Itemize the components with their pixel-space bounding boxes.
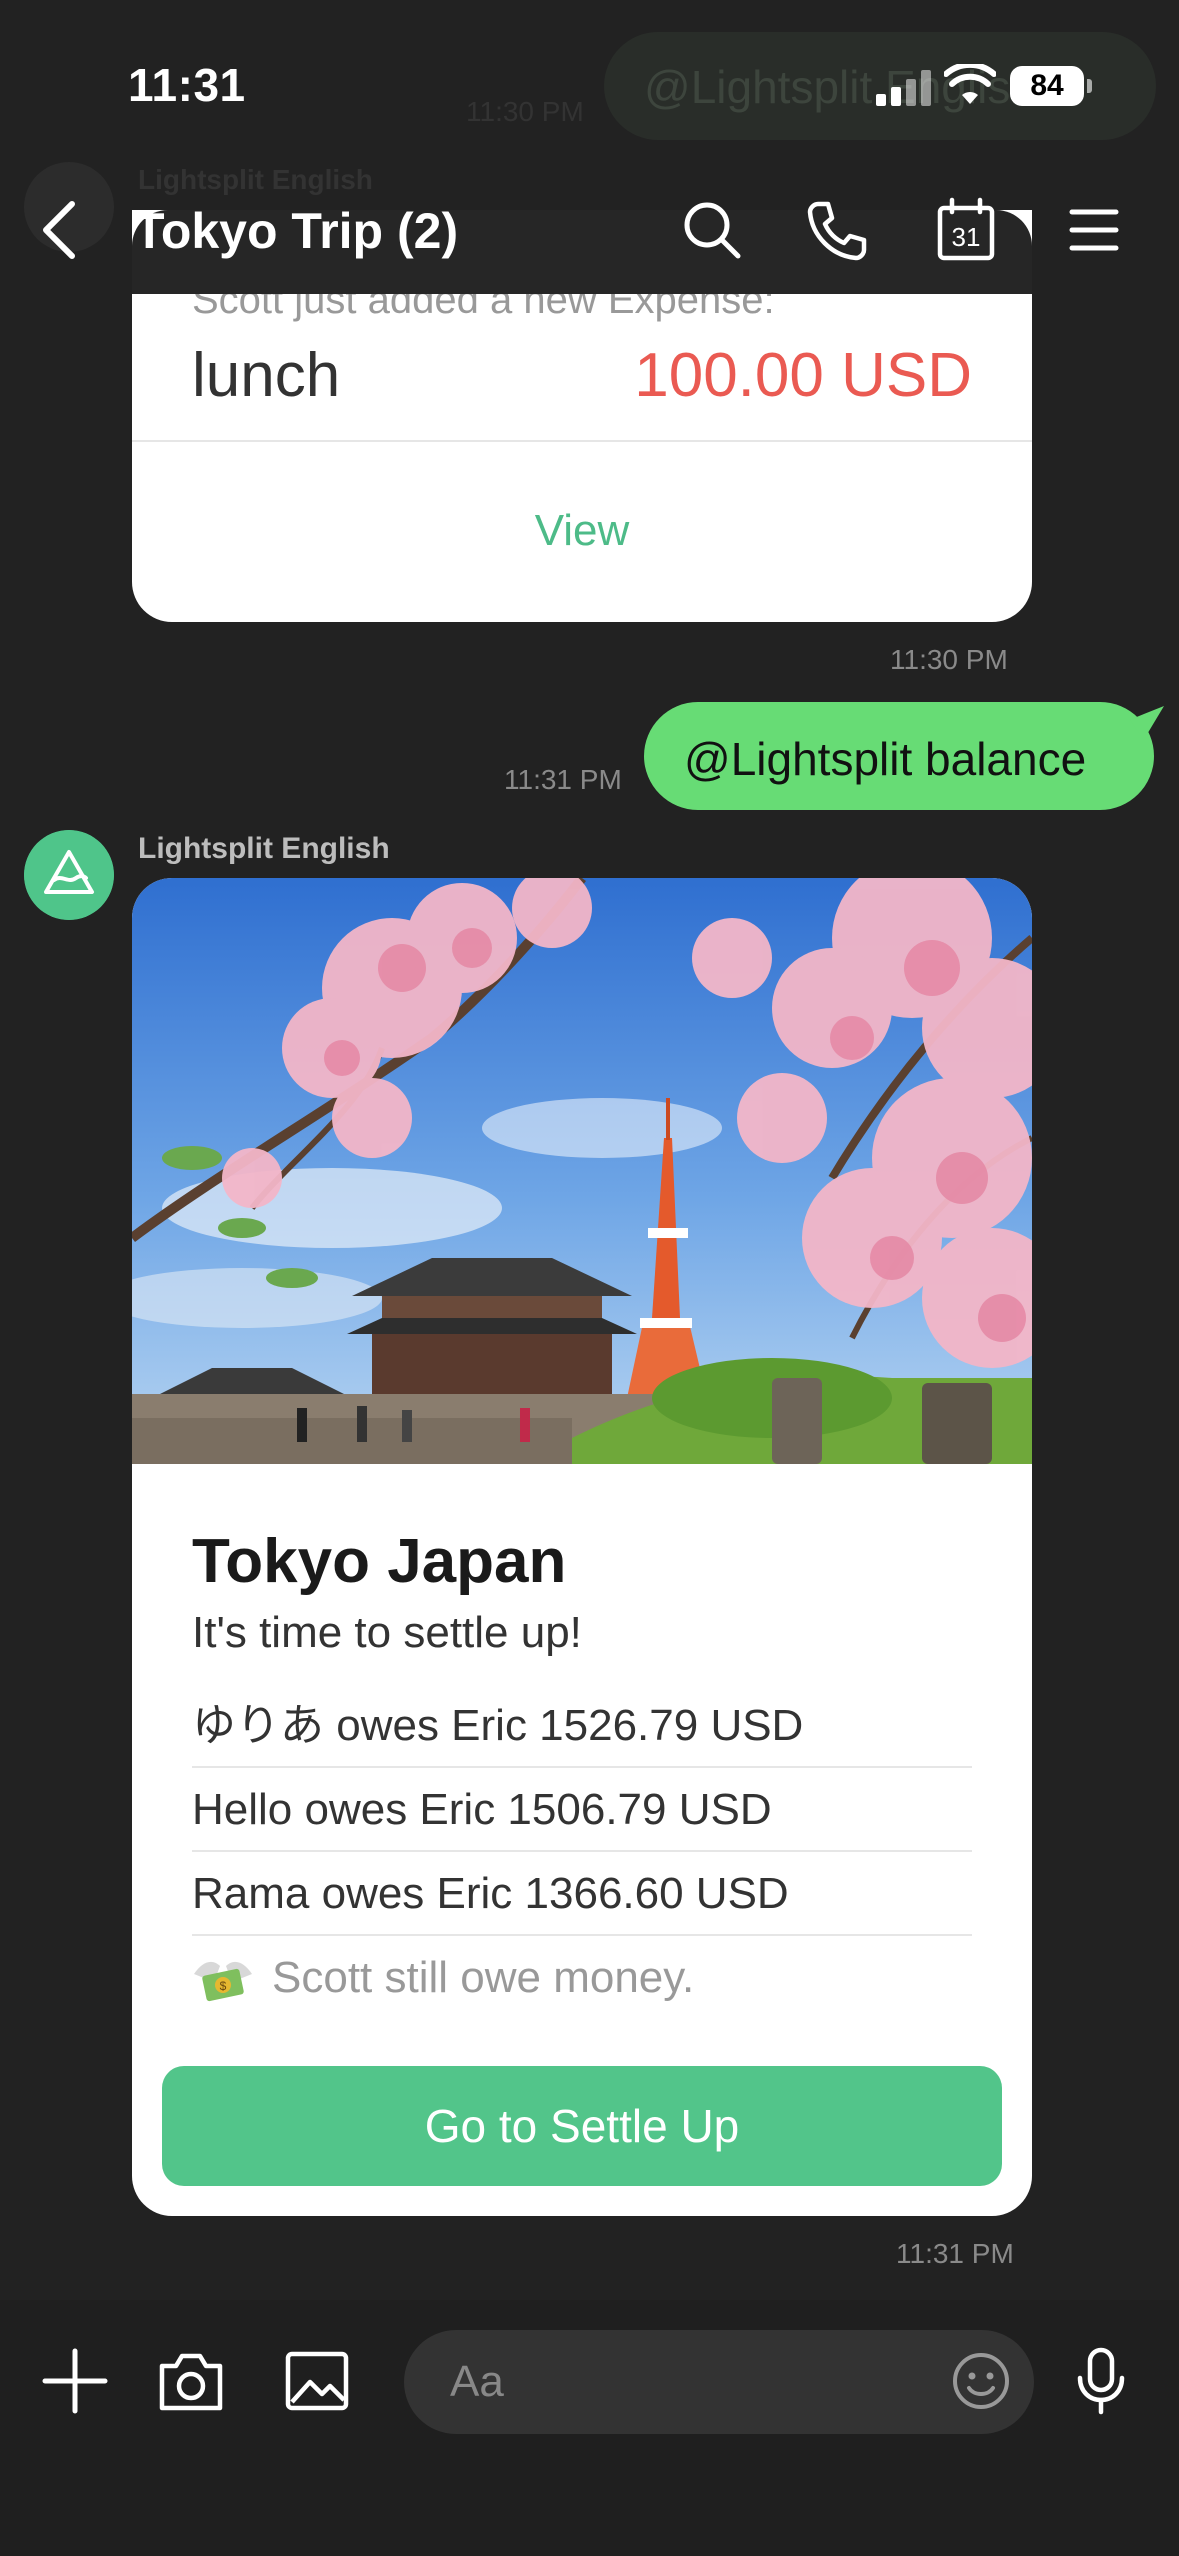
gallery-icon[interactable] [282,2346,352,2416]
svg-text:$: $ [220,1979,227,1993]
unpaid-note-text: Scott still owe money. [272,1953,695,2002]
emoji-icon[interactable] [946,2346,1016,2416]
back-icon[interactable] [36,198,86,262]
balance-card: Tokyo Japan It's time to settle up! ゆりあ … [132,878,1032,2216]
calendar-icon[interactable]: 31 [930,194,1002,266]
expense-amount: 100.00 USD [634,341,972,410]
camera-icon[interactable] [156,2346,226,2416]
microphone-icon[interactable] [1066,2346,1136,2416]
owe-row: Hello owes Eric 1506.79 USD [192,1768,972,1852]
settle-up-button[interactable]: Go to Settle Up [162,2066,1002,2186]
outgoing-message-text: @Lightsplit balance [684,733,1087,785]
signal-icon [876,70,932,106]
svg-text:31: 31 [952,222,981,252]
search-icon[interactable] [676,194,748,266]
message-time: 11:30 PM [890,644,1008,675]
message-time: 11:31 PM [504,764,622,795]
plus-icon[interactable] [40,2346,110,2416]
owe-row: Rama owes Eric 1366.60 USD [192,1852,972,1936]
battery-indicator: 84 [1010,66,1092,106]
money-with-wings-icon: $ [194,1962,252,2002]
menu-icon[interactable] [1058,194,1130,266]
status-time: 11:31 [128,59,246,111]
owe-row: ゆりあ owes Eric 1526.79 USD [192,1684,972,1768]
outgoing-message-bubble[interactable]: @Lightsplit balance [644,702,1154,810]
expense-name: lunch [192,341,341,410]
message-input[interactable] [404,2330,1034,2434]
card-title: Tokyo Japan [192,1527,567,1596]
view-button[interactable]: View [132,506,1032,556]
divider [132,440,1032,442]
phone-icon[interactable] [800,194,872,266]
card-subtitle: It's time to settle up! [192,1608,582,1657]
status-bar: 11:31 84 [0,0,1179,170]
sender-name: Lightsplit English [138,832,390,865]
wifi-icon [944,64,996,104]
message-input-bar [0,2300,1179,2556]
lightsplit-logo-icon[interactable] [24,830,114,920]
chat-header: Tokyo Trip (2) 31 [0,180,1179,280]
chat-title: Tokyo Trip (2) [134,203,459,259]
tokyo-photo [132,878,1032,1464]
message-time: 11:31 PM [896,2238,1014,2269]
unpaid-note: $ Scott still owe money. [192,1936,972,2020]
